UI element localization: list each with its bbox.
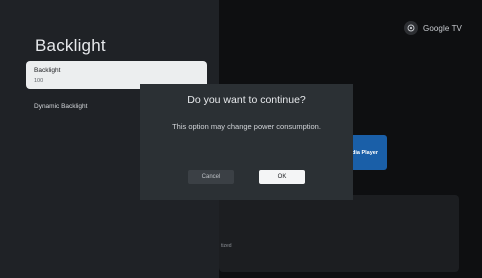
background-card: tized [219, 195, 459, 272]
google-tv-logo-icon [404, 21, 418, 35]
ok-button[interactable]: OK [259, 170, 305, 184]
dialog-title: Do you want to continue? [187, 94, 306, 106]
tv-screen: Google TV dia Player tized Backlight Bac… [0, 0, 482, 278]
page-title: Backlight [35, 36, 106, 55]
settings-item-dynamic-backlight[interactable]: Dynamic Backlight [34, 103, 87, 110]
dialog-message: This option may change power consumption… [172, 122, 321, 131]
brand-header: Google TV [404, 21, 462, 35]
cancel-button[interactable]: Cancel [188, 170, 234, 184]
settings-item-label: Dynamic Backlight [34, 103, 88, 110]
app-tile-label: dia Player [352, 149, 378, 156]
settings-item-value: 100 [34, 78, 44, 84]
settings-item-label: Backlight [34, 67, 61, 74]
brand-name: Google TV [423, 23, 462, 33]
confirm-dialog: Do you want to continue? This option may… [140, 84, 353, 200]
background-card-text: tized [221, 243, 232, 249]
